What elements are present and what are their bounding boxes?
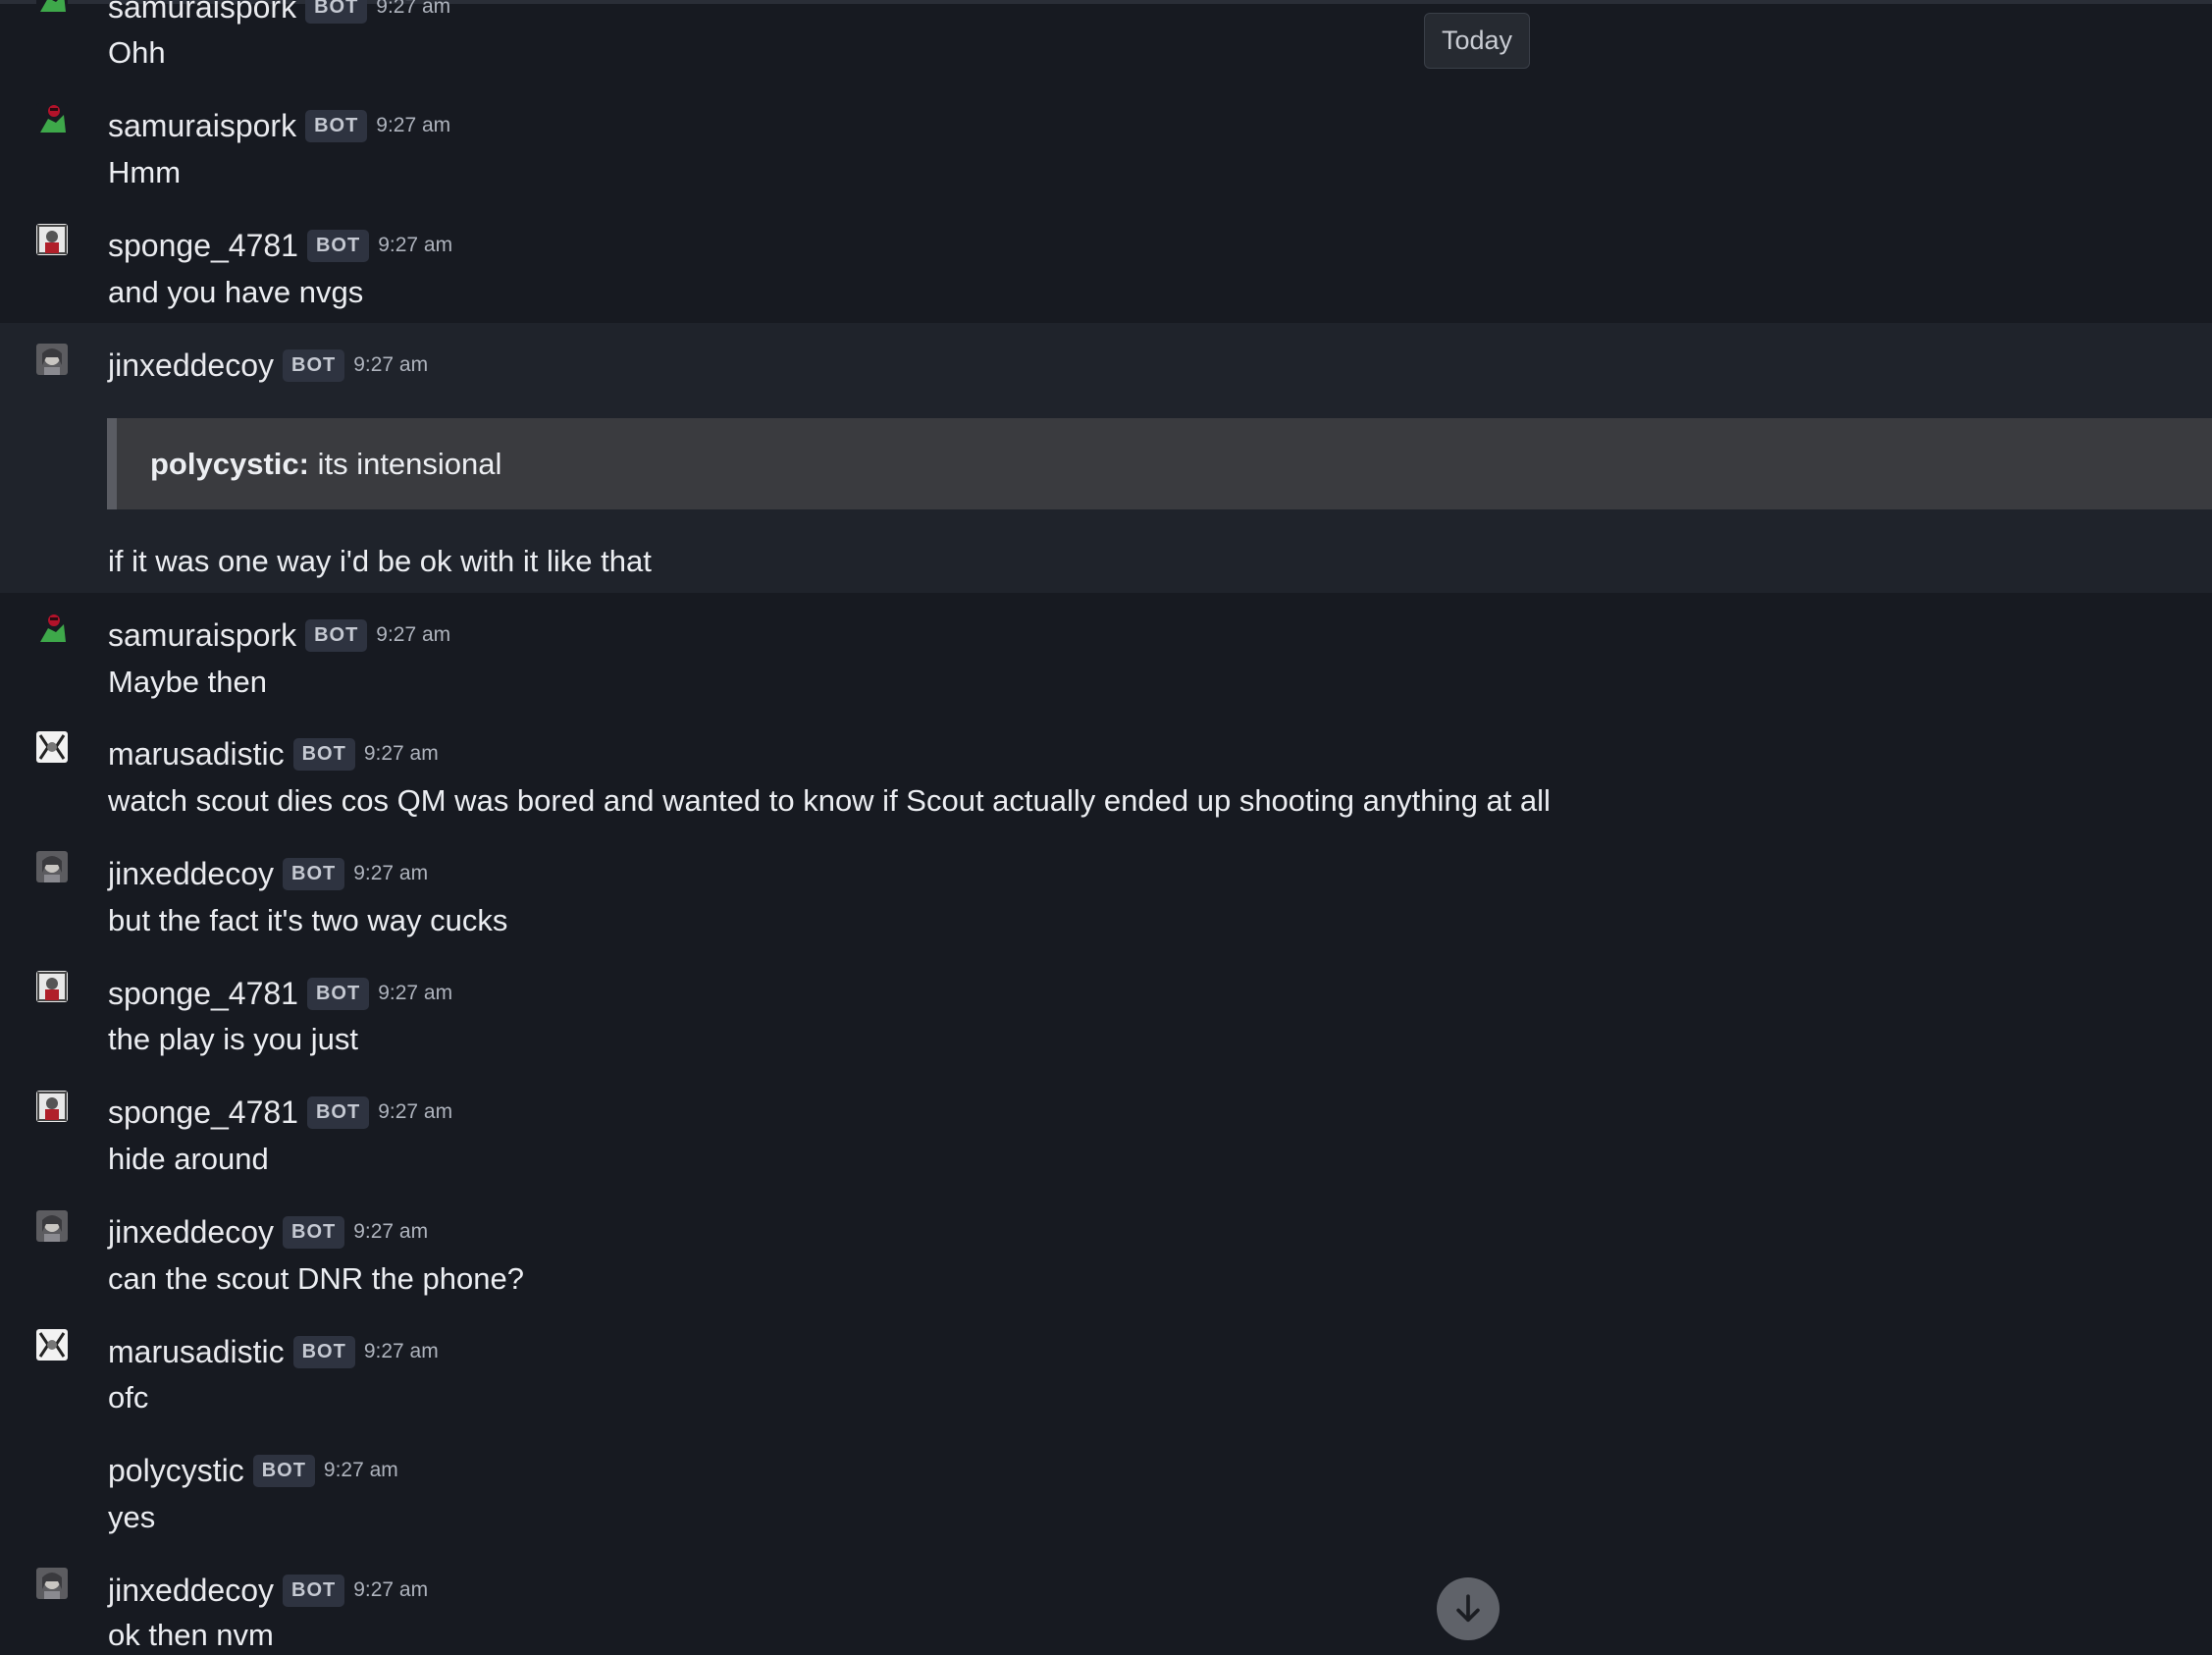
bot-badge: BOT bbox=[305, 109, 368, 142]
jinxeddecoy-avatar[interactable] bbox=[36, 1210, 68, 1242]
timestamp: 9:27 am bbox=[376, 114, 451, 136]
timestamp: 9:27 am bbox=[353, 1578, 429, 1601]
quote-author: polycystic: bbox=[150, 447, 309, 481]
message-text: and you have nvgs bbox=[108, 275, 364, 309]
timestamp: 9:27 am bbox=[363, 1340, 439, 1362]
arrow-down-icon bbox=[1456, 1594, 1480, 1623]
timestamp: 9:27 am bbox=[376, 0, 451, 18]
username[interactable]: jinxeddecoy bbox=[108, 856, 274, 892]
message-text: watch scout dies cos QM was bored and wa… bbox=[108, 783, 1551, 818]
message-text: hide around bbox=[108, 1142, 269, 1176]
bot-badge: BOT bbox=[306, 1095, 370, 1129]
message-text: can the scout DNR the phone? bbox=[108, 1261, 524, 1296]
username[interactable]: sponge_4781 bbox=[108, 976, 298, 1012]
timestamp: 9:27 am bbox=[378, 982, 453, 1004]
username[interactable]: jinxeddecoy bbox=[108, 1573, 274, 1609]
timestamp: 9:27 am bbox=[323, 1459, 398, 1481]
timestamp: 9:27 am bbox=[353, 1220, 429, 1243]
bot-badge: BOT bbox=[283, 857, 345, 890]
bot-badge: BOT bbox=[252, 1454, 315, 1487]
sponge-avatar[interactable] bbox=[36, 224, 68, 255]
samuraispork-avatar[interactable] bbox=[36, 103, 68, 134]
message-text: yes bbox=[108, 1500, 156, 1534]
sponge-avatar[interactable] bbox=[36, 971, 68, 1002]
message-text: but the fact it's two way cucks bbox=[108, 903, 508, 937]
username[interactable]: jinxeddecoy bbox=[108, 347, 274, 384]
quote-body: its intensional bbox=[317, 447, 502, 481]
quoted-message[interactable]: polycystic: its intensional bbox=[107, 418, 2212, 509]
quote-text: polycystic: its intensional bbox=[150, 445, 501, 484]
jinxeddecoy-avatar[interactable] bbox=[36, 851, 68, 882]
scroll-to-bottom-button[interactable] bbox=[1437, 1577, 1500, 1640]
username[interactable]: samuraispork bbox=[108, 108, 296, 144]
username[interactable]: sponge_4781 bbox=[108, 228, 298, 264]
date-divider: Today bbox=[1424, 13, 1530, 69]
marusadistic-avatar[interactable] bbox=[36, 1329, 68, 1361]
message-text: ok then nvm bbox=[108, 1618, 274, 1652]
message-text: the play is you just bbox=[108, 1022, 359, 1056]
timestamp: 9:27 am bbox=[353, 353, 429, 376]
bot-badge: BOT bbox=[292, 1335, 355, 1368]
username[interactable]: marusadistic bbox=[108, 1334, 285, 1370]
chat-log[interactable]: samuraispork BOT 9:27 am Ohh samuraispor… bbox=[0, 0, 2212, 1652]
username[interactable]: samuraispork bbox=[108, 617, 296, 654]
message-text: ofc bbox=[108, 1380, 149, 1415]
timestamp: 9:27 am bbox=[378, 234, 453, 256]
jinxeddecoy-avatar[interactable] bbox=[36, 1568, 68, 1599]
bot-badge: BOT bbox=[306, 977, 370, 1010]
bot-badge: BOT bbox=[283, 1215, 345, 1249]
jinxeddecoy-avatar[interactable] bbox=[36, 344, 68, 375]
username[interactable]: samuraispork bbox=[108, 0, 296, 26]
bot-badge: BOT bbox=[305, 618, 368, 652]
timestamp: 9:27 am bbox=[378, 1100, 453, 1123]
username[interactable]: sponge_4781 bbox=[108, 1094, 298, 1131]
bot-badge: BOT bbox=[283, 348, 345, 382]
bot-badge: BOT bbox=[292, 737, 355, 771]
username[interactable]: jinxeddecoy bbox=[108, 1214, 274, 1251]
timestamp: 9:27 am bbox=[363, 742, 439, 765]
message-text: Ohh bbox=[108, 35, 166, 70]
bot-badge: BOT bbox=[305, 0, 368, 24]
username[interactable]: polycystic bbox=[108, 1453, 244, 1489]
username[interactable]: marusadistic bbox=[108, 736, 285, 773]
sponge-avatar[interactable] bbox=[36, 1091, 68, 1122]
message-text: if it was one way i'd be ok with it like… bbox=[108, 544, 652, 578]
timestamp: 9:27 am bbox=[376, 623, 451, 646]
bot-badge: BOT bbox=[306, 229, 370, 262]
timestamp: 9:27 am bbox=[353, 862, 429, 884]
samuraispork-avatar[interactable] bbox=[36, 613, 68, 644]
marusadistic-avatar[interactable] bbox=[36, 731, 68, 763]
message-text: Hmm bbox=[108, 155, 182, 189]
message-text: Maybe then bbox=[108, 665, 267, 699]
bot-badge: BOT bbox=[283, 1574, 345, 1607]
samuraispork-avatar[interactable] bbox=[36, 0, 68, 14]
